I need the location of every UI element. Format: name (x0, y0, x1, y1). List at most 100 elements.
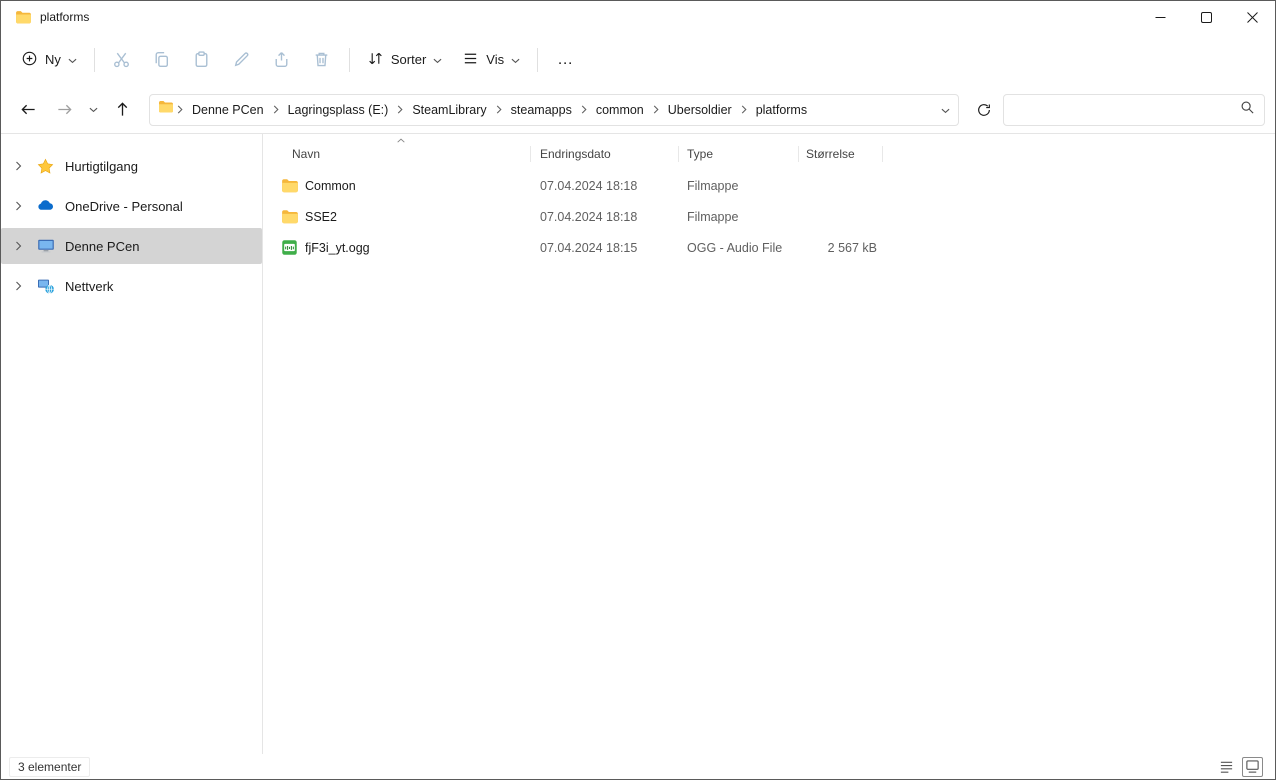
folder-icon (281, 208, 299, 226)
file-size: 2 567 kB (799, 241, 883, 255)
items-count: 3 elementer (9, 757, 90, 777)
toolbar-divider (349, 48, 350, 72)
title-bar: platforms (1, 1, 1275, 33)
ogg-file-icon (281, 239, 299, 256)
rename-button[interactable] (222, 42, 262, 78)
column-headers: Navn Endringsdato Type Størrelse (271, 138, 1275, 170)
window-controls (1137, 1, 1275, 33)
network-icon (37, 277, 55, 295)
sort-button[interactable]: Sorter (357, 42, 452, 78)
navigation-pane: Hurtigtilgang OneDrive - Personal Denne … (1, 134, 263, 754)
new-button-label: Ny (45, 52, 61, 67)
window-title: platforms (40, 10, 89, 24)
sort-button-label: Sorter (391, 52, 426, 67)
breadcrumb-separator-icon (740, 105, 748, 114)
star-icon (37, 158, 55, 175)
file-name: fjF3i_yt.ogg (305, 241, 370, 255)
minimize-button[interactable] (1137, 1, 1183, 33)
window-folder-icon (15, 9, 32, 26)
file-list-pane: Navn Endringsdato Type Størrelse Common … (263, 134, 1275, 754)
toolbar-divider (94, 48, 95, 72)
more-options-button[interactable]: … (545, 45, 586, 75)
file-name: Common (305, 179, 356, 193)
maximize-button[interactable] (1183, 1, 1229, 33)
file-explorer-window: platforms Ny (0, 0, 1276, 780)
sidebar-item-label: Hurtigtilgang (65, 159, 138, 174)
file-type: OGG - Audio File (679, 241, 799, 255)
breadcrumb-item[interactable]: SteamLibrary (406, 99, 492, 121)
pc-icon (37, 237, 55, 255)
close-button[interactable] (1229, 1, 1275, 33)
breadcrumb-item[interactable]: Denne PCen (186, 99, 270, 121)
file-row[interactable]: SSE2 07.04.2024 18:18 Filmappe (271, 201, 1275, 232)
sidebar-item-label: OneDrive - Personal (65, 199, 183, 214)
breadcrumb-separator-icon (176, 105, 184, 114)
file-date: 07.04.2024 18:18 (531, 210, 679, 224)
search-input[interactable] (1014, 103, 1232, 117)
breadcrumb-item[interactable]: Lagringsplass (E:) (282, 99, 395, 121)
refresh-button[interactable] (967, 93, 1001, 127)
chevron-down-icon (68, 52, 77, 67)
address-bar[interactable]: Denne PCen Lagringsplass (E:) SteamLibra… (149, 94, 959, 126)
breadcrumb-item-current[interactable]: platforms (750, 99, 813, 121)
recent-locations-chevron[interactable] (83, 93, 103, 127)
folder-icon (281, 177, 299, 195)
chevron-right-icon[interactable] (15, 241, 27, 251)
breadcrumb-item[interactable]: steamapps (505, 99, 578, 121)
address-dropdown-chevron-icon[interactable] (941, 101, 950, 119)
back-button[interactable] (11, 93, 45, 127)
command-bar: Ny Sorter (1, 33, 1275, 86)
toolbar-divider (537, 48, 538, 72)
forward-button[interactable] (47, 93, 81, 127)
view-icon (462, 50, 479, 70)
breadcrumb-item[interactable]: common (590, 99, 650, 121)
new-button[interactable]: Ny (11, 42, 87, 78)
navigation-bar: Denne PCen Lagringsplass (E:) SteamLibra… (1, 86, 1275, 134)
file-row[interactable]: fjF3i_yt.ogg 07.04.2024 18:15 OGG - Audi… (271, 232, 1275, 263)
file-type: Filmappe (679, 179, 799, 193)
breadcrumb-separator-icon (272, 105, 280, 114)
delete-button[interactable] (302, 42, 342, 78)
search-icon[interactable] (1240, 100, 1254, 119)
breadcrumb-separator-icon (396, 105, 404, 114)
view-toggles (1216, 757, 1267, 777)
new-plus-icon (21, 50, 38, 70)
sort-ascending-caret-icon (397, 138, 406, 143)
sidebar-item-onedrive[interactable]: OneDrive - Personal (1, 188, 262, 224)
breadcrumb-separator-icon (495, 105, 503, 114)
content-area: Hurtigtilgang OneDrive - Personal Denne … (1, 134, 1275, 754)
column-header-name[interactable]: Navn (271, 138, 531, 170)
view-button[interactable]: Vis (452, 42, 530, 78)
breadcrumb-separator-icon (580, 105, 588, 114)
status-bar: 3 elementer (1, 754, 1275, 779)
file-row[interactable]: Common 07.04.2024 18:18 Filmappe (271, 170, 1275, 201)
column-header-type[interactable]: Type (679, 138, 799, 170)
sidebar-item-this-pc[interactable]: Denne PCen (1, 228, 262, 264)
column-header-size[interactable]: Størrelse (799, 138, 883, 170)
sidebar-item-label: Nettverk (65, 279, 113, 294)
file-date: 07.04.2024 18:15 (531, 241, 679, 255)
up-button[interactable] (105, 93, 139, 127)
chevron-right-icon[interactable] (15, 281, 27, 291)
sidebar-item-quick-access[interactable]: Hurtigtilgang (1, 148, 262, 184)
chevron-down-icon (433, 52, 442, 67)
cloud-icon (37, 197, 55, 215)
sidebar-item-network[interactable]: Nettverk (1, 268, 262, 304)
cut-button[interactable] (102, 42, 142, 78)
breadcrumb-item[interactable]: Ubersoldier (662, 99, 738, 121)
large-icons-view-button[interactable] (1242, 757, 1263, 777)
file-date: 07.04.2024 18:18 (531, 179, 679, 193)
file-type: Filmappe (679, 210, 799, 224)
chevron-down-icon (511, 52, 520, 67)
chevron-right-icon[interactable] (15, 161, 27, 171)
chevron-right-icon[interactable] (15, 201, 27, 211)
paste-button[interactable] (182, 42, 222, 78)
column-header-date[interactable]: Endringsdato (531, 138, 679, 170)
share-button[interactable] (262, 42, 302, 78)
view-button-label: Vis (486, 52, 504, 67)
copy-button[interactable] (142, 42, 182, 78)
breadcrumb-separator-icon (652, 105, 660, 114)
sort-icon (367, 50, 384, 70)
details-view-button[interactable] (1216, 757, 1237, 777)
address-folder-icon (158, 99, 174, 120)
